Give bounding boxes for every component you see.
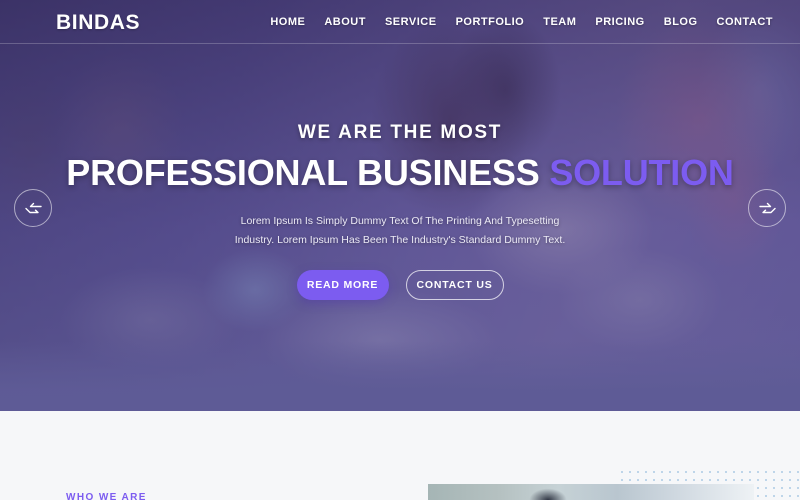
hero-content: WE ARE THE MOST PROFESSIONAL BUSINESS SO… [0,0,800,411]
about-section-image [428,484,754,500]
nav-item-pricing[interactable]: PRICING [595,16,644,28]
hero-description: Lorem Ipsum Is Simply Dummy Text Of The … [234,215,566,247]
nav-item-portfolio[interactable]: PORTFOLIO [456,16,525,28]
arrow-right-icon [758,202,776,215]
header-divider [0,43,800,44]
landing-page: BINDAS HOME ABOUT SERVICE PORTFOLIO TEAM… [0,0,800,500]
hero-title: PROFESSIONAL BUSINESS SOLUTION [66,152,734,194]
nav-item-blog[interactable]: BLOG [664,16,698,28]
hero-subtitle: WE ARE THE MOST [297,122,503,143]
hero-button-group: READ MORE CONTACT US [296,269,504,300]
read-more-button[interactable]: READ MORE [296,269,389,300]
arrow-left-icon [24,202,42,215]
about-eyebrow-heading: WHO WE ARE [66,492,147,500]
site-header: BINDAS HOME ABOUT SERVICE PORTFOLIO TEAM… [0,0,800,44]
nav-item-service[interactable]: SERVICE [385,16,437,28]
nav-item-contact[interactable]: CONTACT [717,16,773,28]
contact-us-button[interactable]: CONTACT US [405,269,504,300]
site-logo[interactable]: BINDAS [56,12,140,33]
hero-title-main: PROFESSIONAL BUSINESS [66,152,550,193]
slider-next-button[interactable] [748,189,786,227]
slider-prev-button[interactable] [14,189,52,227]
hero-title-accent: SOLUTION [549,152,734,193]
about-section: WHO WE ARE [0,411,800,500]
nav-item-about[interactable]: ABOUT [324,16,366,28]
main-navigation: HOME ABOUT SERVICE PORTFOLIO TEAM PRICIN… [270,16,773,28]
nav-item-team[interactable]: TEAM [543,16,576,28]
nav-item-home[interactable]: HOME [270,16,305,28]
